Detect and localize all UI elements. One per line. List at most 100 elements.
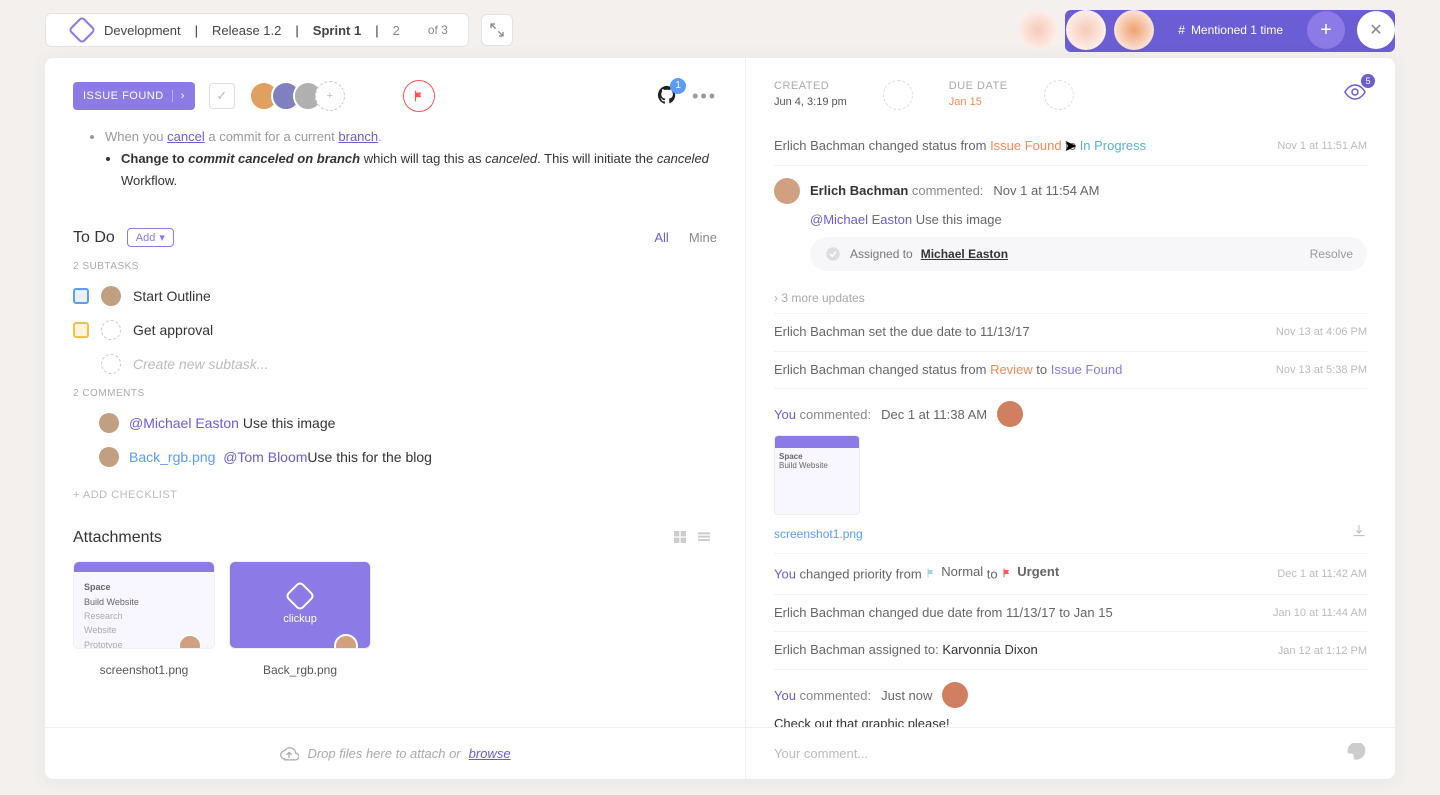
check-icon: ✓ <box>216 88 227 104</box>
complete-checkbox[interactable]: ✓ <box>209 83 235 109</box>
attachment-dropzone[interactable]: Drop files here to attach or browse <box>45 727 745 779</box>
list-icon <box>695 529 713 545</box>
subtask-status-icon[interactable] <box>73 322 89 338</box>
more-updates-toggle[interactable]: › 3 more updates <box>774 283 1367 313</box>
unassigned-icon[interactable] <box>101 320 121 340</box>
breadcrumb-sprint[interactable]: Sprint 1 <box>299 23 375 38</box>
created-meta: CREATED Jun 4, 3:19 pm <box>774 80 847 108</box>
task-description: When you cancel a commit for a current b… <box>89 126 717 192</box>
list-view-button[interactable] <box>695 529 717 547</box>
cloud-upload-icon <box>279 744 299 764</box>
avatar <box>99 413 119 433</box>
comment-row[interactable]: @Michael Easton Use this image <box>73 413 717 433</box>
add-todo-button[interactable]: Add▾ <box>127 228 174 247</box>
github-button[interactable]: 1 <box>656 84 678 109</box>
comment-input[interactable]: Your comment... <box>746 727 1395 779</box>
attachments-header: Attachments <box>73 529 717 547</box>
breadcrumb: Development | Release 1.2 | Sprint 1 | 2… <box>45 13 469 47</box>
mention-link[interactable]: @Michael Easton <box>129 415 239 431</box>
top-bar: Development | Release 1.2 | Sprint 1 | 2… <box>45 13 1395 47</box>
watchers-count: 5 <box>1361 74 1375 88</box>
activity-row: Erlich Bachman changed status from Issue… <box>774 128 1367 165</box>
download-icon[interactable] <box>1351 523 1367 539</box>
attachment-thumbnails: SpaceBuild WebsiteResearchWebsitePrototy… <box>73 561 717 677</box>
resolve-button[interactable]: Resolve <box>1310 247 1353 261</box>
attachment-item[interactable]: SpaceBuild WebsiteResearchWebsitePrototy… <box>73 561 215 677</box>
breadcrumb-project[interactable]: Development <box>52 20 195 40</box>
close-button[interactable]: ✕ <box>1357 11 1395 49</box>
send-icon[interactable] <box>1345 743 1367 765</box>
avatar <box>334 634 358 649</box>
breadcrumb-of: of 3 <box>414 23 462 37</box>
mention-link[interactable]: @Michael Easton <box>810 212 912 227</box>
avatar[interactable] <box>942 682 968 708</box>
expand-button[interactable] <box>481 14 513 46</box>
task-panel: ISSUE FOUND› ✓ + 1 ••• <box>45 58 1395 779</box>
unassigned-icon <box>101 354 121 374</box>
activity-comment: You commented: Dec 1 at 11:38 AM SpaceBu… <box>774 388 1367 553</box>
activity-row: Erlich Bachman assigned to: Karvonnia Di… <box>774 631 1367 669</box>
export-icon <box>489 22 505 38</box>
attachment-item[interactable]: clickup Back_rgb.png <box>229 561 371 677</box>
chevron-right-icon: › <box>172 90 185 102</box>
presence-avatar[interactable] <box>1066 10 1106 50</box>
add-assignee-button[interactable]: + <box>315 81 345 111</box>
grid-view-button[interactable] <box>671 529 693 547</box>
comment-row[interactable]: Back_rgb.png @Tom BloomUse this for the … <box>73 447 717 467</box>
flag-icon <box>1001 567 1013 579</box>
attachments-title: Attachments <box>73 529 162 547</box>
subtask-name: Start Outline <box>133 288 211 304</box>
status-button[interactable]: ISSUE FOUND› <box>73 82 195 110</box>
add-button[interactable]: + <box>1307 11 1345 49</box>
cancel-link[interactable]: cancel <box>167 129 205 144</box>
activity-comment: Erlich Bachman commented: Nov 1 at 11:54… <box>774 165 1367 283</box>
todo-title: To Do <box>73 229 115 247</box>
presence-avatar[interactable] <box>1114 10 1154 50</box>
attachment-filename: screenshot1.png <box>73 663 215 677</box>
subtask-status-icon[interactable] <box>73 288 89 304</box>
activity-pane: CREATED Jun 4, 3:19 pm DUE DATE Jan 15 5… <box>745 58 1395 779</box>
new-subtask-input[interactable]: Create new subtask... <box>73 354 717 374</box>
attachment-preview[interactable]: SpaceBuild Website <box>774 435 860 515</box>
mentioned-badge[interactable]: # Mentioned 1 time <box>1178 23 1283 37</box>
tab-all[interactable]: All <box>654 230 668 245</box>
hash-icon: # <box>1178 23 1185 37</box>
breadcrumb-index: 2 <box>379 23 414 38</box>
comments-label: 2 COMMENTS <box>73 388 717 399</box>
avatar <box>178 634 202 649</box>
assignee-link[interactable]: Michael Easton <box>921 247 1008 261</box>
more-menu-button[interactable]: ••• <box>692 86 717 107</box>
due-date-meta[interactable]: DUE DATE Jan 15 <box>949 80 1008 108</box>
avatar[interactable] <box>997 401 1023 427</box>
avatar[interactable] <box>101 286 121 306</box>
time-estimate-button[interactable] <box>1044 80 1074 110</box>
plus-icon: + <box>1320 19 1332 42</box>
browse-link[interactable]: browse <box>469 746 511 761</box>
todo-header: To Do Add▾ All Mine <box>73 228 717 247</box>
file-link[interactable]: Back_rgb.png <box>129 449 215 465</box>
add-checklist-button[interactable]: + ADD CHECKLIST <box>73 489 717 501</box>
mention-link[interactable]: @Tom Bloom <box>223 449 307 465</box>
project-logo-icon <box>68 16 96 44</box>
subtask-row[interactable]: Get approval <box>73 320 717 340</box>
activity-row: Erlich Bachman changed due date from 11/… <box>774 594 1367 632</box>
branch-link[interactable]: branch <box>338 129 378 144</box>
avatar[interactable] <box>774 178 800 204</box>
priority-flag-button[interactable] <box>403 80 435 112</box>
file-link[interactable]: screenshot1.png <box>774 527 863 541</box>
activity-comment: You commented: Just now Check out that g… <box>774 669 1367 727</box>
subtasks-label: 2 SUBTASKS <box>73 261 717 272</box>
assignee-avatars: + <box>257 81 345 111</box>
watchers-button[interactable]: 5 <box>1343 80 1367 107</box>
chevron-down-icon: ▾ <box>159 231 165 244</box>
activity-row: You changed priority from Normal to Urge… <box>774 553 1367 593</box>
subtask-row[interactable]: Start Outline <box>73 286 717 306</box>
activity-row: Erlich Bachman set the due date to 11/13… <box>774 313 1367 351</box>
tab-mine[interactable]: Mine <box>689 230 717 245</box>
grid-icon <box>671 529 689 545</box>
presence-avatar[interactable] <box>1018 10 1058 50</box>
assigned-pill: Assigned to Michael Easton Resolve <box>810 237 1367 271</box>
start-date-button[interactable] <box>883 80 913 110</box>
breadcrumb-release[interactable]: Release 1.2 <box>198 23 295 38</box>
flag-icon <box>412 89 426 103</box>
